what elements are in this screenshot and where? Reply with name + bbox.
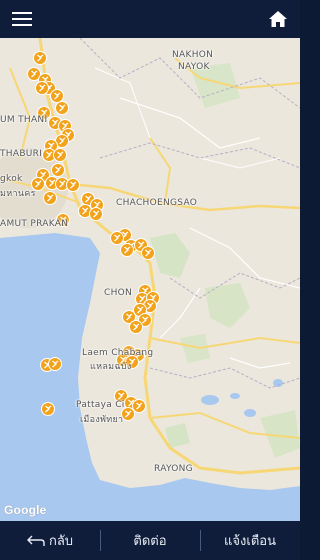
back-button[interactable]: กลับ — [0, 521, 100, 560]
road — [119, 97, 261, 149]
map-label-pattaya: Pattaya Ci — [76, 400, 125, 410]
fuel-station-marker[interactable] — [41, 402, 55, 416]
fuel-station-marker[interactable] — [43, 191, 57, 205]
bottom-nav: กลับ ติดต่อ แจ้งเตือน — [0, 521, 300, 560]
map-label-laem-chabang: Laem Chabang — [82, 348, 154, 358]
highway — [9, 67, 32, 159]
province-boundary — [149, 367, 300, 389]
top-app-bar — [0, 0, 300, 38]
map-label-thaburi: THABURI — [0, 149, 43, 159]
map-label-um-thani: UM THANI — [0, 115, 48, 125]
map-label-nakhon: NAKHON — [172, 50, 214, 60]
map-label-bangkok: gkok — [0, 174, 23, 184]
reservoir — [201, 395, 219, 405]
fuel-station-marker[interactable] — [33, 51, 47, 65]
notify-label: แจ้งเตือน — [224, 534, 276, 549]
map-canvas — [0, 38, 300, 521]
contact-label: ติดต่อ — [133, 534, 167, 549]
fuel-station-marker[interactable] — [53, 148, 67, 162]
road — [159, 287, 201, 339]
back-arrow-icon — [26, 535, 45, 547]
gulf-of-thailand — [0, 233, 300, 521]
fuel-station-marker[interactable] — [141, 246, 155, 260]
park-area — [180, 334, 210, 363]
fuel-station-marker[interactable] — [35, 81, 49, 95]
fuel-station-marker[interactable] — [120, 243, 134, 257]
highway — [149, 137, 172, 204]
province-boundary — [99, 142, 300, 169]
fuel-station-marker[interactable] — [89, 207, 103, 221]
map-view[interactable]: NAKHON NAYOK UM THANI THABURI gkok มหานค… — [0, 38, 300, 521]
notify-button[interactable]: แจ้งเตือน — [200, 521, 300, 560]
reservoir — [230, 393, 240, 399]
fuel-station-marker[interactable] — [48, 357, 62, 371]
province-boundary — [79, 38, 300, 109]
hamburger-menu-icon[interactable] — [10, 7, 34, 31]
contact-button[interactable]: ติดต่อ — [100, 521, 200, 560]
map-label-chon: CHON — [104, 288, 133, 298]
park-area — [150, 233, 190, 278]
map-label-pattaya-thai: เมืองพัทยา — [80, 415, 124, 425]
highway — [149, 336, 300, 350]
map-label-rayong: RAYONG — [154, 464, 193, 474]
road — [94, 67, 151, 139]
map-label-samut-prakan: AMUT PRAKAN — [0, 219, 69, 229]
map-label-mahanakhon: มหานคร — [0, 189, 36, 199]
fuel-station-marker[interactable] — [132, 399, 146, 413]
reservoir — [244, 409, 256, 417]
fuel-station-marker[interactable] — [51, 163, 65, 177]
map-label-laem-chabang-thai: แหลมฉบัง — [90, 362, 132, 372]
home-icon[interactable] — [266, 7, 290, 31]
fuel-station-marker[interactable] — [50, 89, 64, 103]
fuel-station-marker[interactable] — [66, 178, 80, 192]
fuel-station-marker[interactable] — [129, 320, 143, 334]
fuel-station-marker[interactable] — [110, 231, 124, 245]
road — [189, 227, 300, 289]
google-logo: Google — [4, 503, 47, 517]
road — [229, 357, 291, 369]
park-area — [205, 283, 250, 328]
back-label: กลับ — [48, 534, 74, 549]
road — [199, 157, 281, 169]
fuel-station-marker[interactable] — [55, 101, 69, 115]
map-label-nayok: NAYOK — [178, 62, 210, 72]
map-label-chachoengsao: CHACHOENGSAO — [116, 198, 198, 208]
